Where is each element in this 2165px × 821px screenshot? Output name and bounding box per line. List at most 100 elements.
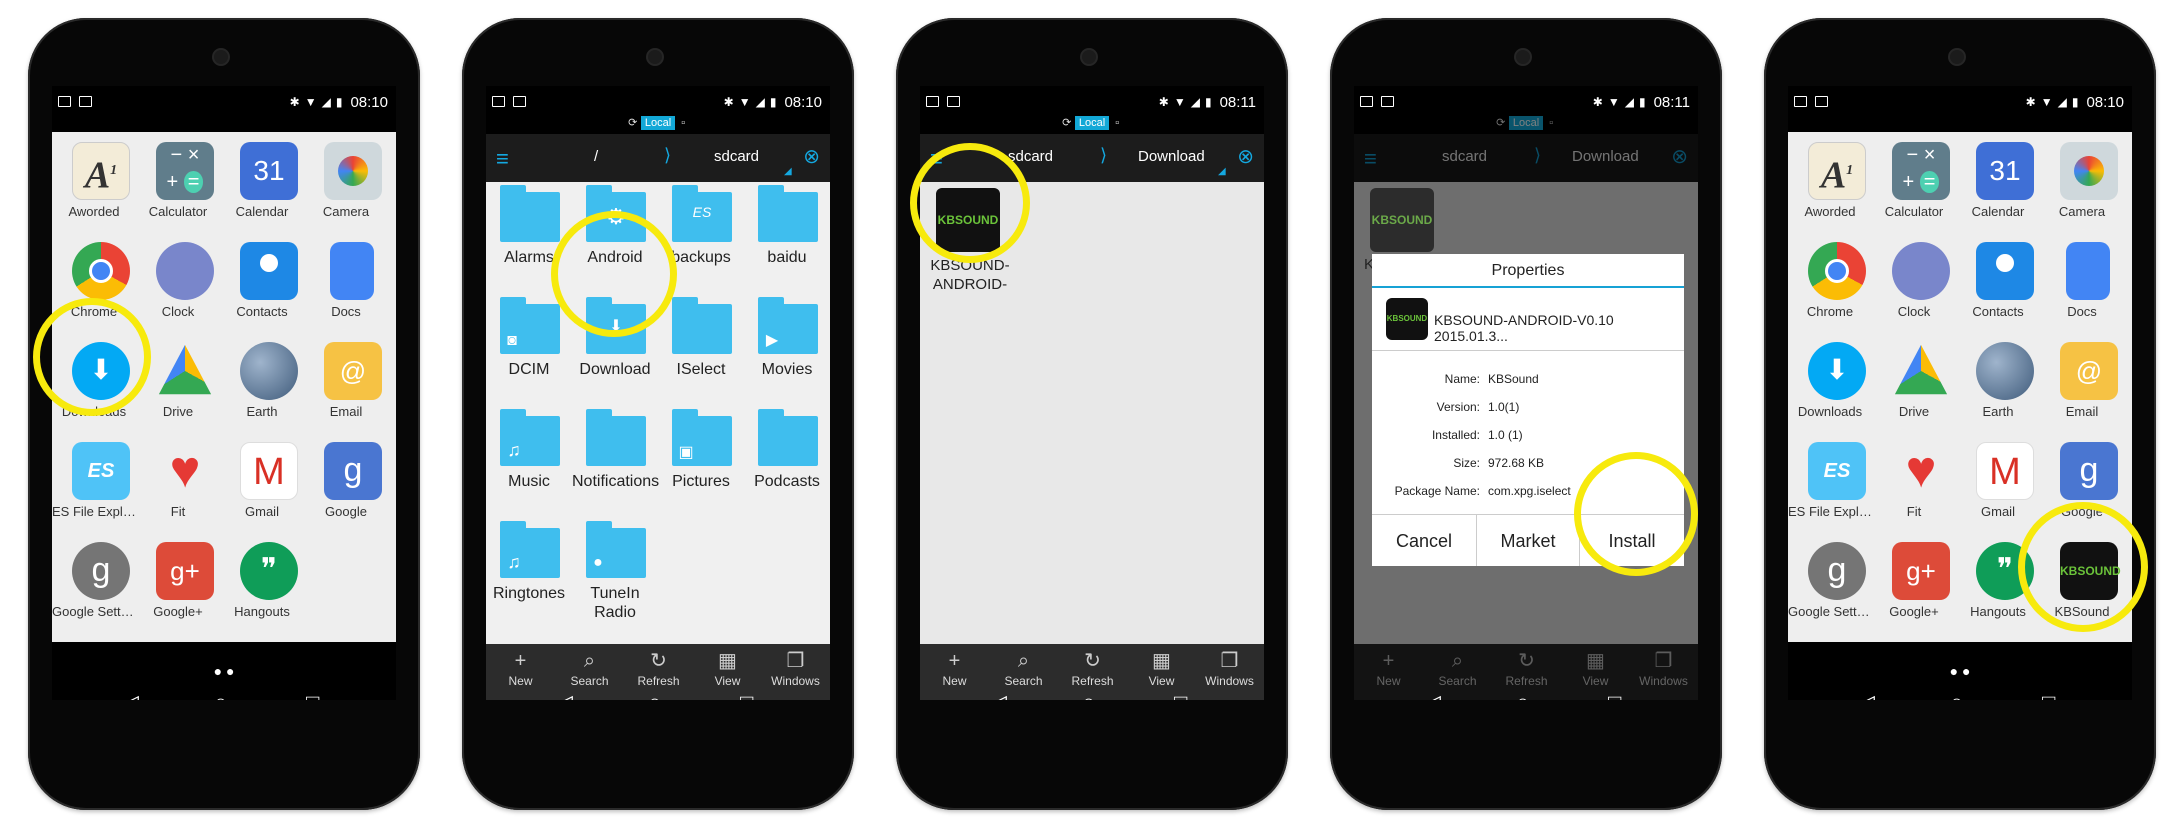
gear-icon: g bbox=[72, 542, 130, 600]
folder-movies[interactable]: ▶ Movies bbox=[744, 294, 830, 412]
folder-dcim[interactable]: ◙ DCIM bbox=[486, 294, 572, 412]
path-root[interactable]: / bbox=[594, 148, 598, 165]
view-button[interactable]: ▦ View bbox=[693, 648, 762, 688]
refresh-icon: ↻ bbox=[1084, 650, 1101, 672]
app-docs[interactable]: Docs bbox=[304, 232, 388, 328]
file-explorer-screen: ✱ ▼ ◢ ▮ 08:10 ⟳ Local ▫ ≡ / ⟩ sdcard ◢ ⊗ Ala… bbox=[486, 86, 830, 700]
path-current[interactable]: sdcard bbox=[714, 148, 759, 165]
app-docs[interactable]: Docs bbox=[2040, 232, 2124, 328]
package-value: com.xpg.iselect bbox=[1488, 484, 1571, 498]
back-icon[interactable]: ◁ bbox=[1858, 690, 1875, 700]
home-icon[interactable]: ○ bbox=[214, 690, 227, 700]
folder-ringtones[interactable]: ♫ Ringtones bbox=[486, 518, 572, 636]
refresh-button[interactable]: ↻ Refresh bbox=[1058, 648, 1127, 688]
gallery-icon bbox=[947, 96, 960, 107]
app-contacts[interactable]: Contacts bbox=[220, 232, 304, 328]
back-icon[interactable]: ◁ bbox=[122, 690, 139, 700]
plus-icon: + bbox=[514, 650, 527, 672]
app-aworded[interactable]: A1 Aworded bbox=[1788, 132, 1872, 228]
phone-2: ✱ ▼ ◢ ▮ 08:10 ⟳ Local ▫ ≡ / ⟩ sdcard ◢ ⊗ Ala… bbox=[462, 18, 854, 810]
refresh-button[interactable]: ↻ Refresh bbox=[624, 648, 693, 688]
menu-icon[interactable]: ≡ bbox=[496, 146, 509, 172]
app-calculator[interactable]: − × + = Calculator bbox=[136, 132, 220, 228]
app-fit[interactable]: ♥ Fit bbox=[136, 432, 220, 528]
google-icon: g bbox=[324, 442, 382, 500]
page-indicator: ● ● bbox=[213, 663, 235, 679]
app-camera[interactable]: Camera bbox=[2040, 132, 2124, 228]
home-icon[interactable]: ○ bbox=[648, 690, 661, 700]
market-button[interactable]: Market bbox=[1476, 514, 1580, 566]
nav-bar: ◁ ○ □ bbox=[1354, 690, 1698, 700]
recents-icon[interactable]: □ bbox=[740, 690, 753, 700]
search-button[interactable]: ⌕ Search bbox=[555, 648, 624, 688]
cancel-button[interactable]: Cancel bbox=[1372, 514, 1476, 566]
recents-icon[interactable]: □ bbox=[306, 690, 319, 700]
folder-iselect[interactable]: ISelect bbox=[658, 294, 744, 412]
close-icon[interactable]: ⊗ bbox=[803, 144, 820, 169]
app-drive[interactable]: Drive bbox=[1872, 332, 1956, 428]
home-icon[interactable]: ○ bbox=[1516, 690, 1529, 700]
new-button[interactable]: + New bbox=[486, 648, 555, 688]
app-gmail[interactable]: M Gmail bbox=[1956, 432, 2040, 528]
windows-button[interactable]: ❐ Windows bbox=[1195, 648, 1264, 688]
app-aworded[interactable]: A1 Aworded bbox=[52, 132, 136, 228]
app-es-file-explorer[interactable]: ES ES File Explor.. bbox=[52, 432, 136, 528]
recents-icon[interactable]: □ bbox=[1174, 690, 1187, 700]
location-chip[interactable]: Local bbox=[1074, 116, 1110, 130]
search-button[interactable]: ⌕ Search bbox=[989, 648, 1058, 688]
app-calendar[interactable]: 31 Calendar bbox=[220, 132, 304, 228]
back-icon[interactable]: ◁ bbox=[1424, 690, 1441, 700]
folder-icon bbox=[586, 409, 646, 466]
folder-music[interactable]: ♫ Music bbox=[486, 406, 572, 524]
folder-baidu[interactable]: baidu bbox=[744, 182, 830, 300]
location-bar: ⟳ Local ▫ bbox=[920, 116, 1264, 130]
close-icon[interactable]: ⊗ bbox=[1237, 144, 1254, 169]
app-calendar[interactable]: 31 Calendar bbox=[1956, 132, 2040, 228]
recents-icon[interactable]: □ bbox=[2042, 690, 2055, 700]
path-current[interactable]: Download bbox=[1138, 148, 1205, 165]
app-google-plus[interactable]: g+ Google+ bbox=[136, 532, 220, 628]
app-email[interactable]: @ Email bbox=[304, 332, 388, 428]
location-chip[interactable]: Local bbox=[640, 116, 676, 130]
app-es-file-explorer[interactable]: ES ES File Explor.. bbox=[1788, 432, 1872, 528]
device-icon: ▫ bbox=[681, 117, 686, 129]
app-google-plus[interactable]: g+ Google+ bbox=[1872, 532, 1956, 628]
folder-podcasts[interactable]: Podcasts bbox=[744, 406, 830, 524]
earth-icon bbox=[1976, 342, 2034, 400]
app-email[interactable]: @ Email bbox=[2040, 332, 2124, 428]
app-earth[interactable]: Earth bbox=[220, 332, 304, 428]
status-bar: ✱ ▼ ◢ ▮ 08:10 bbox=[1788, 86, 2132, 118]
app-google[interactable]: g Google bbox=[304, 432, 388, 528]
app-calculator[interactable]: − × + = Calculator bbox=[1872, 132, 1956, 228]
new-button[interactable]: + New bbox=[920, 648, 989, 688]
view-button[interactable]: ▦ View bbox=[1127, 648, 1196, 688]
status-bar: ✱ ▼ ◢ ▮ 08:10 bbox=[52, 86, 396, 118]
image-icon bbox=[926, 96, 939, 107]
app-clock[interactable]: Clock bbox=[1872, 232, 1956, 328]
home-icon[interactable]: ○ bbox=[1082, 690, 1095, 700]
app-earth[interactable]: Earth bbox=[1956, 332, 2040, 428]
app-clock[interactable]: Clock bbox=[136, 232, 220, 328]
folder-pictures[interactable]: ▣ Pictures bbox=[658, 406, 744, 524]
folder-tunein-icon: ● bbox=[586, 521, 646, 578]
windows-button[interactable]: ❐ Windows bbox=[761, 648, 830, 688]
app-fit[interactable]: ♥ Fit bbox=[1872, 432, 1956, 528]
back-icon[interactable]: ◁ bbox=[990, 690, 1007, 700]
app-gmail[interactable]: M Gmail bbox=[220, 432, 304, 528]
folder-tunein-radio[interactable]: ● TuneIn Radio bbox=[572, 518, 658, 636]
drive-icon bbox=[1894, 344, 1948, 395]
app-contacts[interactable]: Contacts bbox=[1956, 232, 2040, 328]
highlight-circle bbox=[1574, 452, 1698, 576]
app-google-settings[interactable]: g Google Settin.. bbox=[52, 532, 136, 628]
folder-notifications[interactable]: Notifications bbox=[572, 406, 659, 524]
clock-time: 08:11 bbox=[1219, 93, 1256, 111]
app-google-settings[interactable]: g Google Settin.. bbox=[1788, 532, 1872, 628]
home-icon[interactable]: ○ bbox=[1950, 690, 1963, 700]
gallery-icon bbox=[79, 96, 92, 107]
app-hangouts[interactable]: ❞ Hangouts bbox=[220, 532, 304, 628]
app-chrome[interactable]: Chrome bbox=[1788, 232, 1872, 328]
recents-icon[interactable]: □ bbox=[1608, 690, 1621, 700]
back-icon[interactable]: ◁ bbox=[556, 690, 573, 700]
app-downloads[interactable]: ⬇ Downloads bbox=[1788, 332, 1872, 428]
app-camera[interactable]: Camera bbox=[304, 132, 388, 228]
